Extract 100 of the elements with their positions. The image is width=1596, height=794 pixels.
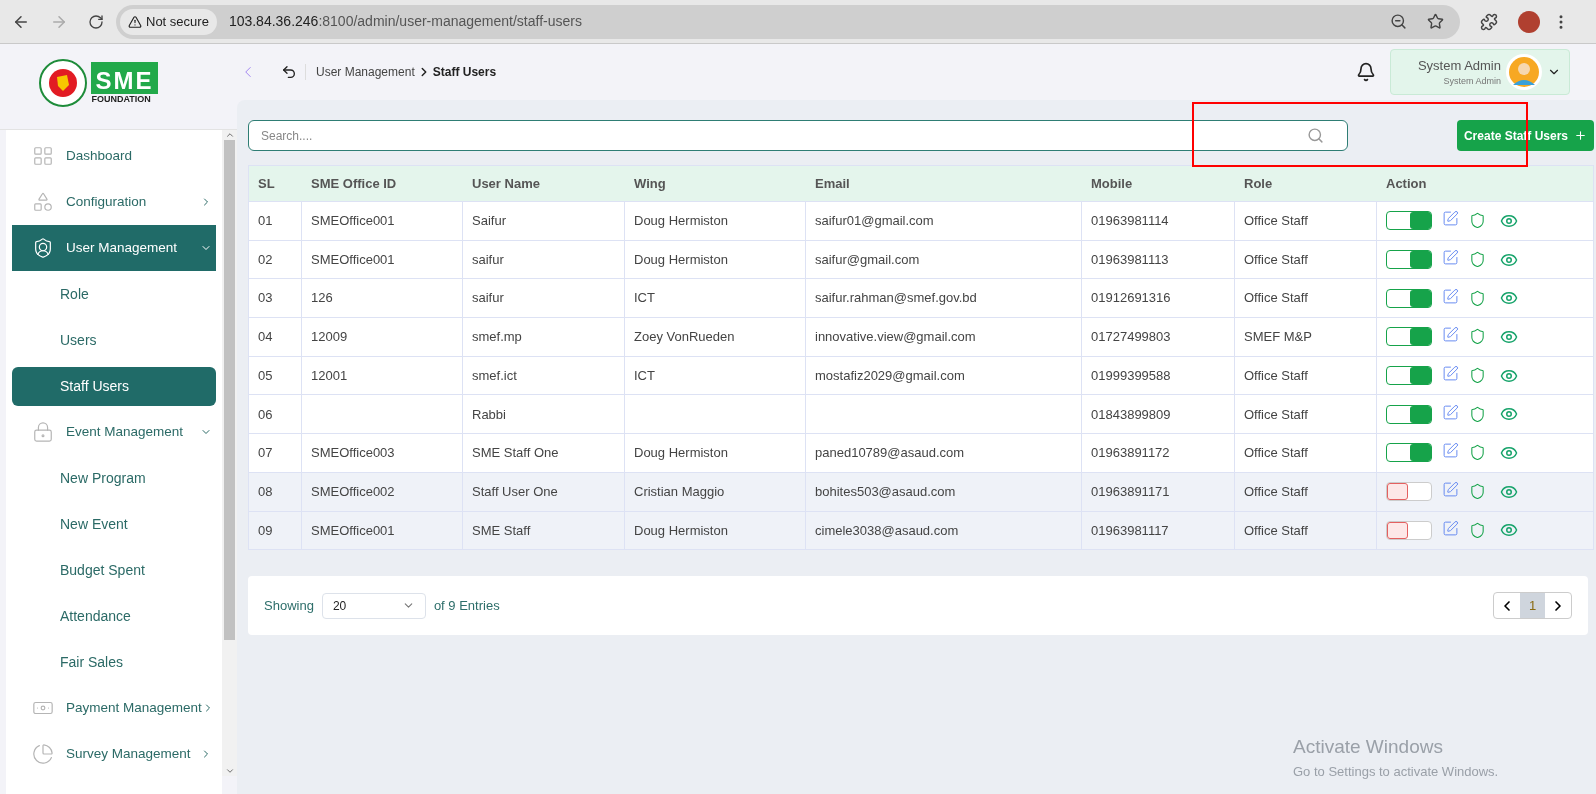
url-text: 103.84.36.246:8100/admin/user-management/staff-users	[228, 12, 582, 31]
status-toggle[interactable]	[1386, 366, 1432, 386]
status-toggle[interactable]	[1386, 211, 1432, 231]
user-role: System Admin	[1443, 75, 1501, 88]
column-header: Wing	[633, 174, 667, 193]
edit-icon[interactable]	[1442, 442, 1459, 460]
shield-icon[interactable]	[1469, 367, 1486, 385]
search-field[interactable]: Search....	[248, 120, 1348, 151]
status-toggle[interactable]	[1386, 288, 1432, 308]
table-cell-text: SME Staff	[472, 521, 531, 540]
table-cell-text: bohites503@asaud.com	[815, 482, 956, 501]
avatar-icon	[1505, 53, 1543, 91]
table-cell-text: Saifur	[472, 212, 506, 231]
table-cell-text: 01963981117	[1091, 521, 1169, 540]
sidebar-item[interactable]: Configuration	[12, 179, 216, 225]
shield-icon[interactable]	[1469, 251, 1486, 269]
shield-icon[interactable]	[1469, 483, 1486, 501]
table-cell-text: 01999399588	[1091, 366, 1171, 385]
shield-icon[interactable]	[1469, 444, 1486, 462]
edit-icon[interactable]	[1442, 249, 1459, 267]
table-cell-text: saifur01@gmail.com	[815, 212, 934, 231]
extensions-icon[interactable]	[1480, 12, 1498, 31]
emblem-icon	[39, 59, 88, 107]
table-cell-text: SMEOffice003	[311, 444, 395, 463]
edit-icon[interactable]	[1442, 481, 1459, 499]
reload-icon[interactable]	[88, 13, 104, 30]
table-cell-text: 126	[311, 289, 333, 308]
status-toggle[interactable]	[1386, 482, 1432, 502]
table-cell-text: 08	[258, 482, 273, 501]
table-cell-text: SMEOffice001	[311, 250, 395, 269]
activation-title: Activate Windows	[1293, 735, 1444, 759]
scroll-down-icon[interactable]	[224, 766, 235, 776]
shield-icon[interactable]	[1469, 289, 1486, 307]
shield-icon[interactable]	[1469, 405, 1486, 423]
address-bar[interactable]: Not secure 103.84.36.246:8100/admin/user-management/staff-users	[116, 4, 1460, 39]
sidebar-subitem[interactable]: Attendance	[12, 596, 216, 636]
security-chip[interactable]: Not secure	[120, 8, 217, 35]
table-cell-text: Staff User One	[472, 482, 558, 501]
breadcrumb-link[interactable]: User Management	[316, 63, 415, 81]
sidebar-subitem[interactable]: Staff Users	[12, 366, 216, 406]
user-menu[interactable]: System Admin System Admin	[1390, 49, 1570, 95]
page-size-select[interactable]: 20	[321, 592, 426, 619]
table-cell-text: 09	[258, 521, 273, 540]
star-icon[interactable]	[1427, 13, 1444, 30]
logo-subtitle: FOUNDATION	[91, 93, 151, 105]
column-header: Role	[1243, 174, 1274, 193]
column-header: Action	[1385, 174, 1428, 193]
table-cell-text: Office Staff	[1244, 444, 1308, 463]
table-cell-text: 01	[258, 212, 273, 231]
search-icon	[1307, 127, 1324, 144]
sidebar-subitem[interactable]: Budget Spent	[12, 550, 216, 590]
table-cell-text: 01963981114	[1091, 212, 1169, 231]
sidebar-subitem[interactable]: Fair Sales	[12, 642, 216, 682]
sidebar-subitem[interactable]: New Event	[12, 504, 216, 544]
status-toggle[interactable]	[1386, 250, 1432, 270]
table-cell-text: SMEOffice001	[311, 521, 395, 540]
table-cell-text: SMEF M&P	[1244, 328, 1312, 347]
activation-subtitle: Go to Settings to activate Windows.	[1293, 762, 1499, 781]
zoom-out-icon[interactable]	[1390, 13, 1407, 30]
logo-wordmark: SME	[91, 61, 158, 94]
plus-icon	[1574, 129, 1587, 142]
sidebar-subitem[interactable]: New Program	[12, 458, 216, 498]
column-header: Mobile	[1090, 174, 1134, 193]
sidebar-item[interactable]: Survey Management	[12, 731, 216, 777]
sidebar-item[interactable]: Dashboard	[12, 133, 216, 179]
notification-icon[interactable]	[1356, 62, 1376, 82]
table-cell-text: Office Staff	[1244, 366, 1308, 385]
sidebar-subitem[interactable]: Users	[12, 320, 216, 360]
edit-icon[interactable]	[1442, 210, 1459, 228]
status-toggle[interactable]	[1386, 443, 1432, 463]
page-button[interactable]: 1	[1520, 593, 1545, 619]
back-icon[interactable]	[281, 64, 297, 80]
table-cell-text: 12001	[311, 366, 348, 385]
scroll-up-icon[interactable]	[224, 130, 235, 140]
user-name: System Admin	[1417, 56, 1501, 75]
sidebar-subitem[interactable]: Role	[12, 274, 216, 314]
table-cell-text: saifur	[472, 289, 504, 308]
edit-icon[interactable]	[1442, 326, 1459, 344]
status-toggle[interactable]	[1386, 520, 1432, 540]
sidebar-item[interactable]: Payment Management	[12, 685, 216, 731]
status-toggle[interactable]	[1386, 404, 1432, 424]
table-cell-text: saifur	[472, 250, 504, 269]
edit-icon[interactable]	[1442, 519, 1459, 537]
table-cell-text: ICT	[634, 366, 655, 385]
edit-icon[interactable]	[1442, 365, 1459, 383]
shield-icon[interactable]	[1469, 328, 1486, 346]
sidebar-item[interactable]: Event Management	[12, 409, 216, 455]
table-cell-text: SME Staff One	[472, 444, 559, 463]
shield-icon[interactable]	[1469, 521, 1486, 539]
shield-icon[interactable]	[1469, 212, 1486, 230]
table-cell-text: 01963891171	[1091, 482, 1170, 501]
showing-label: Showing	[264, 596, 314, 615]
table-cell-text: Doug Hermiston	[634, 521, 728, 540]
profile-avatar[interactable]	[1518, 10, 1540, 33]
sidebar-item[interactable]: User Management	[12, 225, 216, 271]
edit-icon[interactable]	[1442, 287, 1459, 305]
table-cell-text: 05	[258, 366, 273, 385]
table-cell-text: Doug Hermiston	[634, 250, 728, 269]
status-toggle[interactable]	[1386, 327, 1432, 347]
edit-icon[interactable]	[1442, 403, 1459, 421]
